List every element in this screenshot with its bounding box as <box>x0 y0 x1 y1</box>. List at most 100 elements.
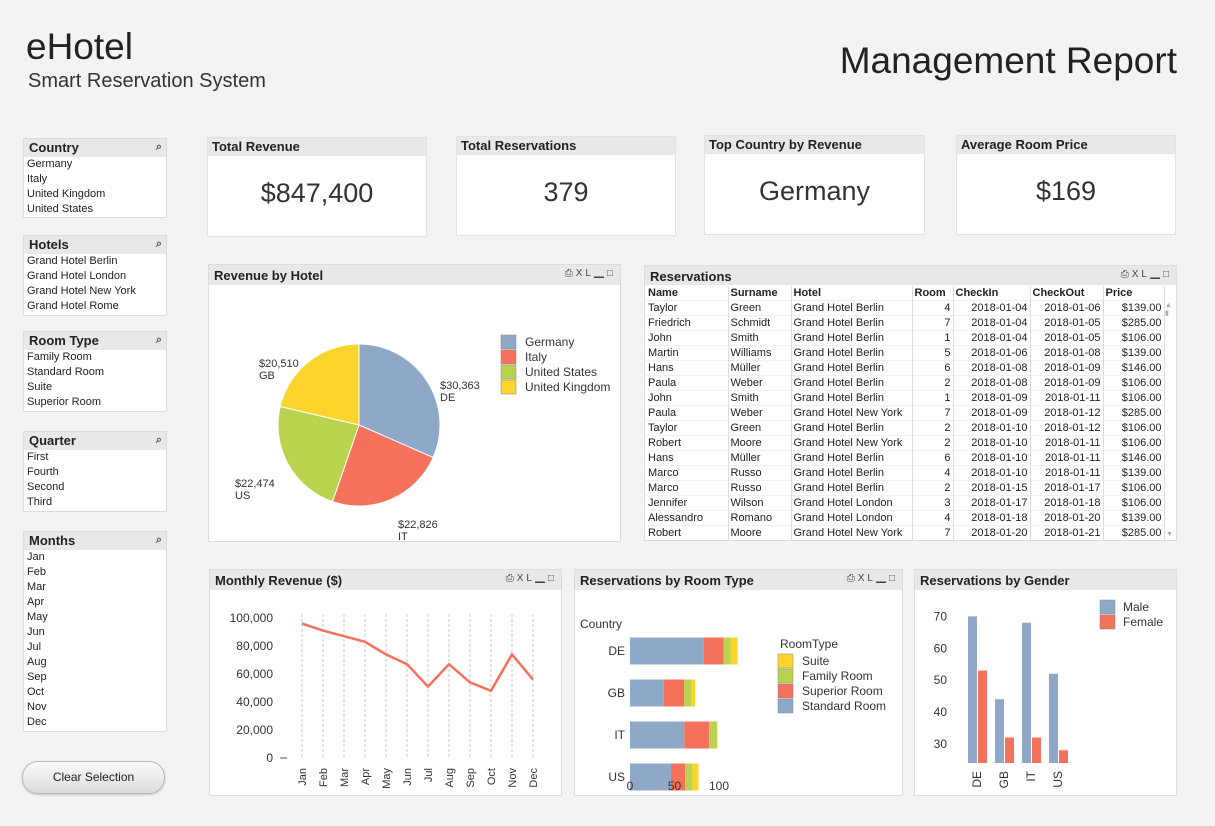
maximize-icon[interactable]: □ <box>889 573 898 584</box>
list-item[interactable]: Family Room <box>24 350 166 365</box>
table-row[interactable]: Jennifer Wilson Grand Hotel London 3 2018-01… <box>646 494 1165 510</box>
list-item[interactable]: Standard Room <box>24 365 166 380</box>
room-type-listbox-header[interactable]: Room Type ⌕ <box>24 332 166 350</box>
table-cell: 2018-01-15 <box>953 479 1031 495</box>
table-row[interactable]: John Smith Grand Hotel Berlin 1 2018-01-09 20… <box>646 389 1165 405</box>
magnifier-icon[interactable]: ⌕ <box>156 434 162 447</box>
maximize-icon[interactable]: □ <box>1163 269 1172 280</box>
column-header[interactable]: CheckOut <box>1030 286 1104 300</box>
list-item[interactable]: Germany <box>24 157 166 172</box>
column-header[interactable]: Room <box>912 286 954 300</box>
magnifier-icon[interactable]: ⌕ <box>156 534 162 547</box>
table-row[interactable]: Robert Moore Grand Hotel New York 7 2018-01-… <box>646 524 1165 540</box>
list-item[interactable]: Grand Hotel Berlin <box>24 254 166 269</box>
table-cell: $106.00 <box>1103 329 1165 345</box>
bar <box>1005 737 1014 763</box>
excel-icon[interactable]: XL <box>858 573 876 584</box>
column-header[interactable]: Price <box>1103 286 1165 300</box>
legend-swatch <box>1099 599 1116 615</box>
print-icon[interactable]: ⎙ <box>1121 269 1132 280</box>
table-row[interactable]: Marco Russo Grand Hotel Berlin 4 2018-01-10 2… <box>646 464 1165 480</box>
table-cell: $139.00 <box>1103 299 1165 315</box>
column-header[interactable]: Hotel <box>791 286 913 300</box>
maximize-icon[interactable]: □ <box>548 573 557 584</box>
list-item[interactable]: Jul <box>24 640 166 655</box>
table-cell: $106.00 <box>1103 434 1165 450</box>
table-cell: 2018-01-05 <box>1030 314 1104 330</box>
table-row[interactable]: Martin Williams Grand Hotel Berlin 5 2018-01… <box>646 344 1165 360</box>
list-item[interactable]: Fourth <box>24 465 166 480</box>
table-row[interactable]: Alessandro Romano Grand Hotel London 4 2018-… <box>646 509 1165 525</box>
excel-icon[interactable]: XL <box>517 573 535 584</box>
table-cell: 2018-01-11 <box>1030 389 1104 405</box>
list-item[interactable]: Sep <box>24 670 166 685</box>
list-item[interactable]: United States <box>24 202 166 217</box>
table-cell: Müller <box>728 449 792 465</box>
excel-icon[interactable]: XL <box>1132 269 1150 280</box>
magnifier-icon[interactable]: ⌕ <box>156 141 162 154</box>
list-item[interactable]: Jan <box>24 550 166 565</box>
list-item[interactable]: Grand Hotel London <box>24 269 166 284</box>
list-item[interactable]: Superior Room <box>24 395 166 410</box>
list-item[interactable]: Nov <box>24 700 166 715</box>
quarter-listbox-header[interactable]: Quarter ⌕ <box>24 432 166 450</box>
pie-short-label: DE <box>440 392 455 404</box>
table-row[interactable]: Taylor Green Grand Hotel Berlin 2 2018-01-10… <box>646 419 1165 435</box>
hotels-listbox-header[interactable]: Hotels ⌕ <box>24 236 166 254</box>
list-item[interactable]: First <box>24 450 166 465</box>
table-row[interactable]: John Smith Grand Hotel Berlin 1 2018-01-04 20… <box>646 329 1165 345</box>
column-header[interactable]: Name <box>646 286 729 300</box>
list-item[interactable]: May <box>24 610 166 625</box>
list-item[interactable]: Feb <box>24 565 166 580</box>
scroll-down-icon[interactable]: ▼ <box>1166 531 1173 538</box>
table-row[interactable]: Paula Weber Grand Hotel New York 7 2018-01-0… <box>646 404 1165 420</box>
list-item[interactable]: Dec <box>24 715 166 730</box>
list-item[interactable]: Oct <box>24 685 166 700</box>
list-item[interactable]: Jun <box>24 625 166 640</box>
table-row[interactable]: Marco Russo Grand Hotel Berlin 2 2018-01-15 2… <box>646 479 1165 495</box>
minimize-icon[interactable]: ▁ <box>876 573 889 584</box>
bar-segment <box>630 679 664 707</box>
list-item[interactable]: Italy <box>24 172 166 187</box>
table-scrollbar[interactable]: ▲ ▮ <box>1165 302 1173 317</box>
table-row[interactable]: Robert Moore Grand Hotel New York 2 2018-01-… <box>646 434 1165 450</box>
list-item[interactable]: Suite <box>24 380 166 395</box>
months-listbox-header[interactable]: Months ⌕ <box>24 532 166 550</box>
list-item[interactable]: Second <box>24 480 166 495</box>
print-icon[interactable]: ⎙ <box>565 268 576 279</box>
table-row[interactable]: Taylor Green Grand Hotel Berlin 4 2018-01-04… <box>646 299 1165 315</box>
excel-icon[interactable]: XL <box>576 268 594 279</box>
magnifier-icon[interactable]: ⌕ <box>156 334 162 347</box>
table-cell: 2018-01-11 <box>1030 434 1104 450</box>
list-item[interactable]: Mar <box>24 580 166 595</box>
reservations-panel: Reservations ⎙XL▁□ Name Surname Hotel Room C… <box>644 265 1177 541</box>
table-row[interactable]: Paula Weber Grand Hotel Berlin 2 2018-01-08 2… <box>646 374 1165 390</box>
column-header[interactable]: CheckIn <box>953 286 1031 300</box>
print-icon[interactable]: ⎙ <box>847 573 858 584</box>
table-cell: Grand Hotel Berlin <box>791 329 913 345</box>
table-cell: 2018-01-04 <box>953 314 1031 330</box>
legend-label: Male <box>1123 600 1149 614</box>
magnifier-icon[interactable]: ⌕ <box>156 238 162 251</box>
minimize-icon[interactable]: ▁ <box>594 268 607 279</box>
table-row[interactable]: Hans Müller Grand Hotel Berlin 6 2018-01-10 2… <box>646 449 1165 465</box>
bar <box>1059 750 1068 763</box>
country-listbox-header[interactable]: Country ⌕ <box>24 139 166 157</box>
x-tick-label: DE <box>970 771 984 788</box>
maximize-icon[interactable]: □ <box>607 268 616 279</box>
column-header[interactable]: Surname <box>728 286 792 300</box>
list-item[interactable]: Third <box>24 495 166 510</box>
clear-selection-button[interactable]: Clear Selection <box>22 761 165 794</box>
list-item[interactable]: Aug <box>24 655 166 670</box>
list-item[interactable]: Grand Hotel New York <box>24 284 166 299</box>
minimize-icon[interactable]: ▁ <box>1150 269 1163 280</box>
bar-segment <box>703 637 724 665</box>
print-icon[interactable]: ⎙ <box>506 573 517 584</box>
table-row[interactable]: Friedrich Schmidt Grand Hotel Berlin 7 2018-… <box>646 314 1165 330</box>
gender-panel: Reservations by Gender 30 40 50 60 70 DE GB IT U… <box>914 569 1177 796</box>
table-row[interactable]: Hans Müller Grand Hotel Berlin 6 2018-01-08 2… <box>646 359 1165 375</box>
list-item[interactable]: United Kingdom <box>24 187 166 202</box>
minimize-icon[interactable]: ▁ <box>535 573 548 584</box>
list-item[interactable]: Apr <box>24 595 166 610</box>
list-item[interactable]: Grand Hotel Rome <box>24 299 166 314</box>
